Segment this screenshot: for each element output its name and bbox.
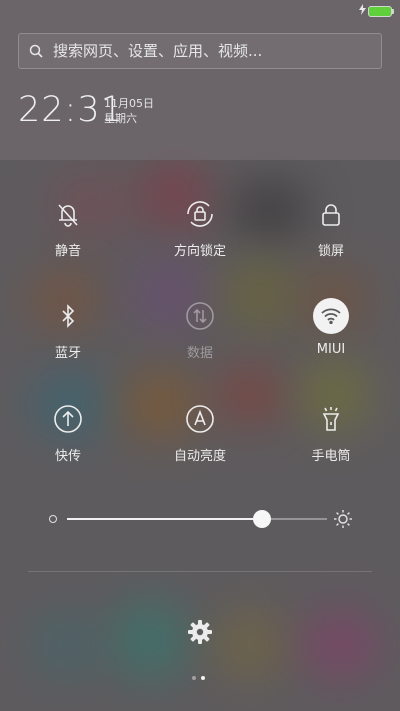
toggle-label: MIUI [316, 342, 346, 357]
sun-icon [334, 510, 352, 528]
brightness-slider[interactable] [45, 508, 355, 530]
slider-thumb[interactable] [253, 510, 271, 528]
toggle-rotation-lock[interactable]: 方向锁定 [140, 196, 260, 259]
search-input[interactable] [53, 42, 353, 60]
search-icon [29, 44, 43, 58]
flashlight-icon [313, 401, 349, 437]
battery-icon [368, 6, 394, 17]
gear-icon[interactable] [186, 618, 214, 646]
toggle-label: 手电筒 [311, 449, 351, 464]
mobile-data-icon [182, 298, 218, 334]
upload-icon [50, 401, 86, 437]
lock-icon [313, 196, 349, 232]
toggle-mobile-data[interactable]: 数据 [140, 298, 260, 361]
toggle-auto-brightness[interactable]: 自动亮度 [140, 401, 260, 464]
toggle-label: 静音 [54, 244, 81, 259]
bell-off-icon [50, 196, 86, 232]
wifi-icon [313, 298, 349, 334]
bolt-icon [359, 4, 366, 18]
toggle-label: 快传 [54, 449, 81, 464]
toggle-bluetooth[interactable]: 蓝牙 [8, 298, 128, 361]
toggle-label: 自动亮度 [173, 449, 226, 464]
auto-brightness-icon [182, 401, 218, 437]
toggle-label: 锁屏 [317, 244, 344, 259]
brightness-low-icon [49, 515, 57, 523]
toggle-flashlight[interactable]: 手电筒 [271, 401, 391, 464]
date-text: 11月05日 [104, 97, 154, 110]
divider [28, 571, 372, 572]
toggle-label: 蓝牙 [54, 346, 81, 361]
wifi-toggle-background [313, 298, 349, 334]
clock-date: 11月05日 星期六 [104, 96, 154, 126]
rotation-lock-icon [182, 196, 218, 232]
toggle-silent[interactable]: 静音 [8, 196, 128, 259]
status-bar [0, 0, 400, 22]
toggle-quick-transfer[interactable]: 快传 [8, 401, 128, 464]
toggle-lock-screen[interactable]: 锁屏 [271, 196, 391, 259]
toggle-label: 方向锁定 [173, 244, 226, 259]
toggle-wifi[interactable]: MIUI [271, 298, 391, 357]
search-bar[interactable] [18, 33, 382, 69]
slider-track[interactable] [67, 510, 327, 528]
slider-fill [67, 518, 262, 520]
page-indicator [192, 676, 205, 680]
page-dot [192, 676, 196, 680]
weekday-text: 星期六 [104, 112, 137, 125]
toggle-label: 数据 [186, 346, 213, 361]
page-dot-active [201, 676, 205, 680]
bluetooth-icon [50, 298, 86, 334]
